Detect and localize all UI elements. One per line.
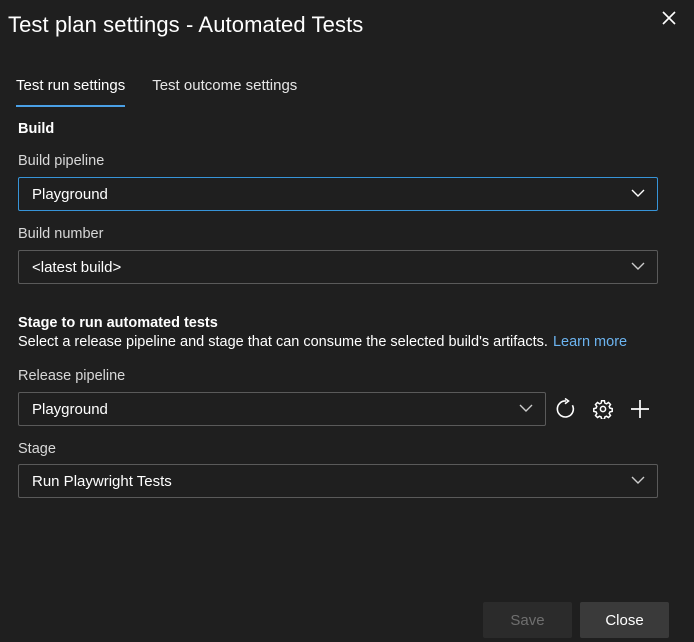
- tab-test-run-settings[interactable]: Test run settings: [16, 72, 126, 107]
- close-icon[interactable]: [657, 6, 681, 30]
- chevron-down-icon: [519, 404, 533, 412]
- stage-section-heading: Stage to run automated tests: [18, 315, 218, 331]
- chevron-down-icon: [631, 262, 645, 270]
- stage-dropdown[interactable]: Run Playwright Tests: [18, 464, 658, 498]
- build-number-label: Build number: [18, 226, 104, 242]
- learn-more-link[interactable]: Learn more: [553, 334, 627, 350]
- stage-section-description: Select a release pipeline and stage that…: [18, 334, 627, 350]
- stage-label: Stage: [18, 441, 56, 457]
- save-button[interactable]: Save: [483, 602, 572, 638]
- test-plan-settings-dialog: Test plan settings - Automated Tests Tes…: [0, 0, 694, 642]
- release-pipeline-value: Playground: [32, 401, 108, 418]
- build-section-heading: Build: [18, 121, 55, 137]
- gear-icon[interactable]: [589, 395, 617, 423]
- description-text: Select a release pipeline and stage that…: [18, 334, 548, 350]
- chevron-down-icon: [631, 476, 645, 484]
- chevron-down-icon: [631, 189, 645, 197]
- stage-value: Run Playwright Tests: [32, 473, 172, 490]
- refresh-icon[interactable]: [552, 395, 580, 423]
- plus-icon[interactable]: [626, 395, 654, 423]
- tab-bar: Test run settings Test outcome settings: [16, 72, 324, 107]
- release-pipeline-dropdown[interactable]: Playground: [18, 392, 546, 426]
- build-pipeline-value: Playground: [32, 186, 108, 203]
- build-number-dropdown[interactable]: <latest build>: [18, 250, 658, 284]
- dialog-title: Test plan settings - Automated Tests: [8, 12, 364, 37]
- tab-test-outcome-settings[interactable]: Test outcome settings: [152, 72, 297, 105]
- build-pipeline-label: Build pipeline: [18, 153, 105, 169]
- close-button[interactable]: Close: [580, 602, 669, 638]
- release-pipeline-label: Release pipeline: [18, 368, 126, 384]
- build-pipeline-dropdown[interactable]: Playground: [18, 177, 658, 211]
- build-number-value: <latest build>: [32, 259, 122, 276]
